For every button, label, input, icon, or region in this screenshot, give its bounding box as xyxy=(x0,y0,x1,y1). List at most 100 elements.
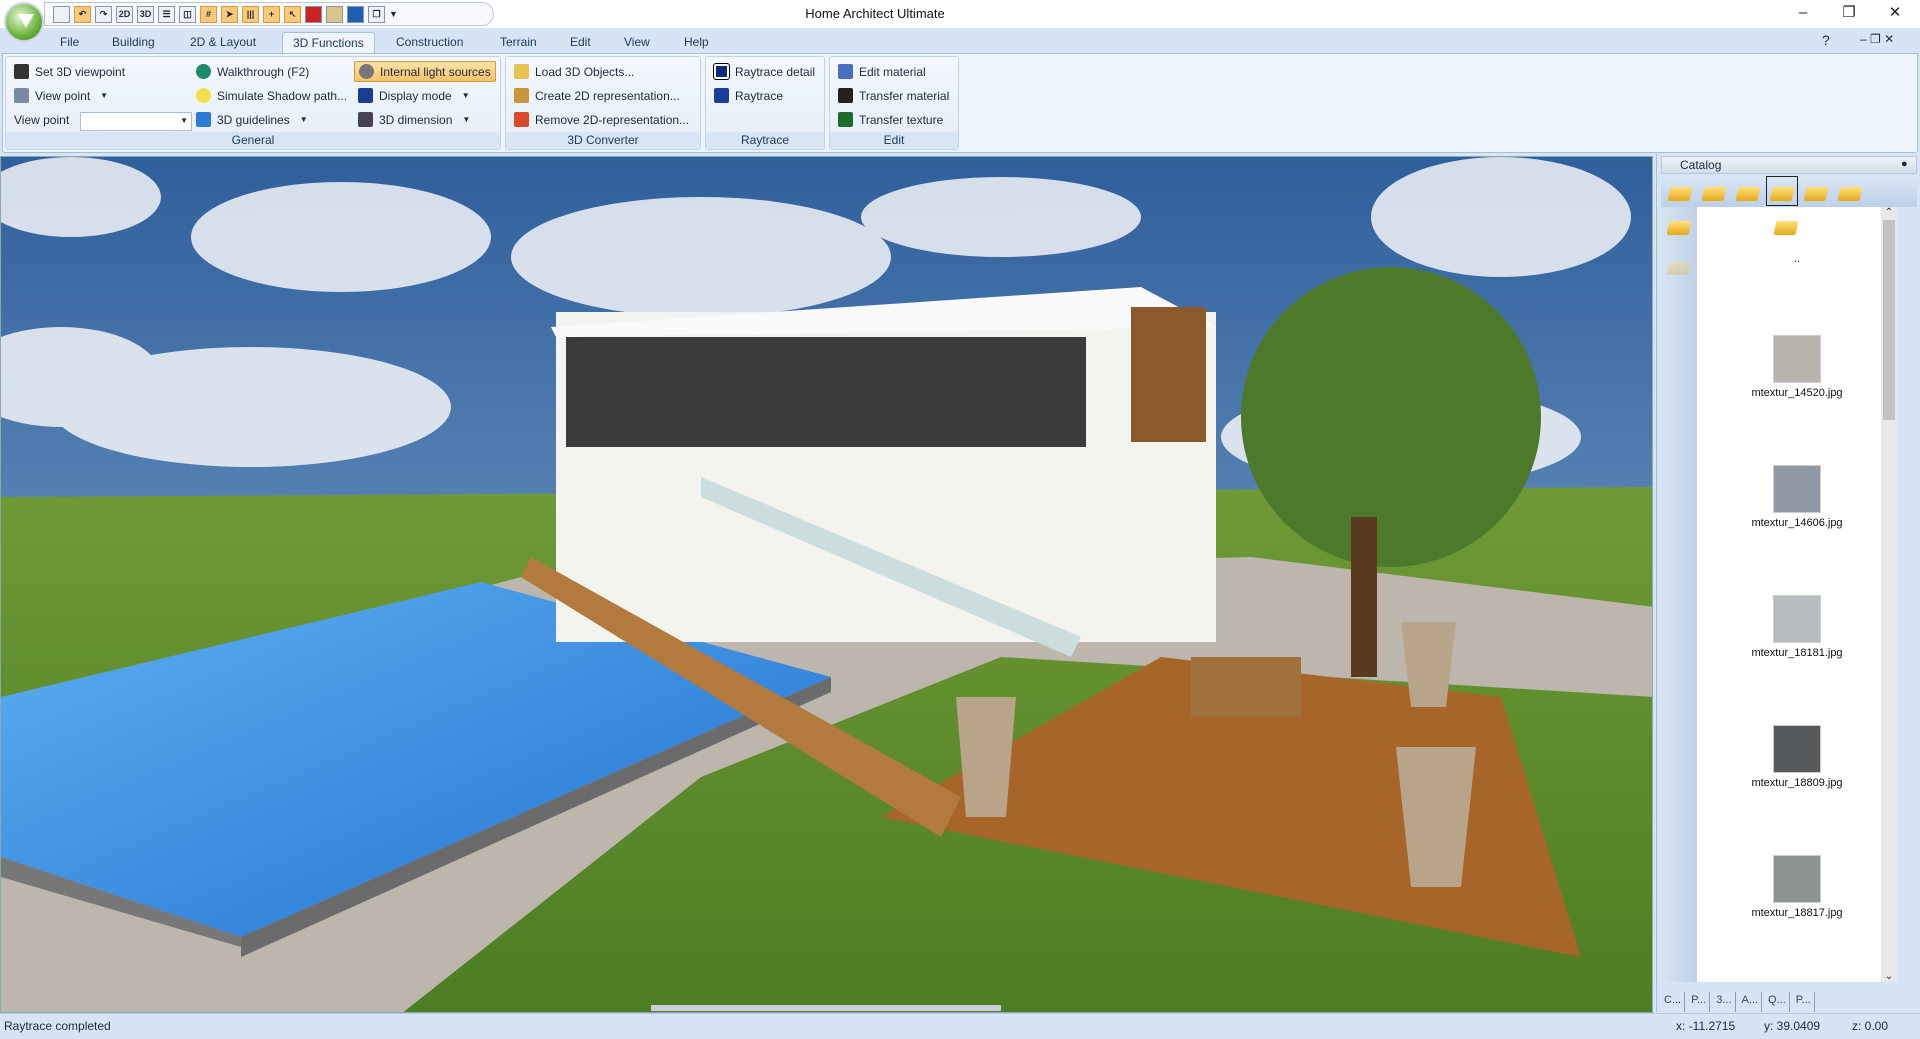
create-2d-icon xyxy=(514,88,529,103)
group-label: Raytrace xyxy=(706,132,824,149)
view-point-select[interactable]: ▼ xyxy=(80,112,192,131)
display-mode-button[interactable]: Display mode ▼ xyxy=(354,85,474,106)
catalog-tab-quantities[interactable]: Q... xyxy=(1765,992,1790,1012)
camera-icon xyxy=(14,64,29,79)
catalog-item[interactable]: mtextur_14520.jpg xyxy=(1697,335,1897,399)
tab-3d-functions[interactable]: 3D Functions xyxy=(282,32,375,54)
texture-thumbnail xyxy=(1773,595,1821,643)
group-raytrace: Raytrace detail Raytrace Raytrace xyxy=(705,56,825,150)
quick-access-toolbar: ↶ ↷ 2D 3D ☰ ◫ # ➤ ||| + ↖ ❐ ▼ xyxy=(44,2,494,26)
viewport-scrollbar[interactable] xyxy=(651,1005,1001,1011)
walkthrough-button[interactable]: Walkthrough (F2) xyxy=(192,61,313,82)
tab-help[interactable]: Help xyxy=(674,32,719,54)
scroll-up-icon[interactable]: ⌃ xyxy=(1881,207,1897,218)
folder-objects-icon[interactable] xyxy=(1735,179,1761,203)
customize-toolbar-icon[interactable]: ▼ xyxy=(389,9,398,19)
coord-y: y: 39.0409 xyxy=(1764,1019,1821,1033)
paint-icon[interactable] xyxy=(347,5,364,23)
scroll-thumb[interactable] xyxy=(1883,220,1895,420)
transfer-material-button[interactable]: Transfer material xyxy=(834,85,953,106)
guidelines-icon xyxy=(196,112,211,127)
3d-dimension-button[interactable]: 3D dimension ▼ xyxy=(354,109,474,130)
copy-icon[interactable]: ❐ xyxy=(368,5,385,23)
catalog-item[interactable]: mtextur_14606.jpg xyxy=(1697,465,1897,529)
pin-icon[interactable]: ● xyxy=(1901,158,1908,170)
set-3d-viewpoint-button[interactable]: Set 3D viewpoint xyxy=(10,61,129,82)
catalog-tabs: C... P... 3... A... Q... P... xyxy=(1661,992,1917,1012)
catalog-item[interactable]: mtextur_18817.jpg xyxy=(1697,855,1897,919)
raytrace-icon xyxy=(714,88,729,103)
clock-sun-icon xyxy=(196,88,211,103)
measure-icon[interactable]: + xyxy=(263,5,280,23)
walls-icon[interactable]: ||| xyxy=(242,5,259,23)
tab-terrain[interactable]: Terrain xyxy=(490,32,547,54)
create-2d-representation-button[interactable]: Create 2D representation... xyxy=(510,85,684,106)
catalog-tab-attributes[interactable]: A... xyxy=(1739,992,1763,1012)
group-label: Edit xyxy=(830,132,958,149)
catalog-item-up[interactable]: .. xyxy=(1697,213,1897,265)
split-vertical-icon[interactable]: ◫ xyxy=(179,5,196,23)
folder-people-icon[interactable] xyxy=(1837,179,1863,203)
transfer-material-icon xyxy=(838,88,853,103)
new-icon[interactable] xyxy=(53,5,70,23)
catalog-header: Catalog xyxy=(1661,156,1917,174)
redo-icon[interactable]: ↷ xyxy=(95,5,112,23)
catalog-panel: Catalog ● .. mtextur_14520.jpg mtextur_1… xyxy=(1656,154,1920,1012)
folder-textures-icon[interactable] xyxy=(1766,176,1798,206)
view-point-button[interactable]: View point ▼ xyxy=(10,85,112,106)
3d-guidelines-button[interactable]: 3D guidelines ▼ xyxy=(192,109,312,130)
folder-windows-icon[interactable] xyxy=(1701,179,1727,203)
tab-building[interactable]: Building xyxy=(102,32,165,54)
remove-2d-representation-button[interactable]: Remove 2D-representation... xyxy=(510,109,693,130)
folder-globe-icon[interactable] xyxy=(1803,179,1829,203)
texture-icon[interactable] xyxy=(326,5,343,23)
select-3d-icon[interactable]: ➤ xyxy=(221,5,238,23)
restore-button[interactable]: ❐ xyxy=(1826,0,1872,28)
help-icon[interactable]: ? xyxy=(1822,32,1830,48)
pointer-icon[interactable]: ↖ xyxy=(284,5,301,23)
catalog-tab-project[interactable]: P... xyxy=(1688,992,1711,1012)
catalog-category-bar xyxy=(1661,175,1917,207)
3d-viewport[interactable] xyxy=(0,156,1653,1013)
view-2d-icon[interactable]: 2D xyxy=(116,5,133,23)
coord-z: z: 0.00 xyxy=(1852,1019,1889,1033)
split-horizontal-icon[interactable]: ☰ xyxy=(158,5,175,23)
simulate-shadow-path-button[interactable]: Simulate Shadow path... xyxy=(192,85,351,106)
folder-icon xyxy=(514,64,529,79)
texture-thumbnail xyxy=(1773,465,1821,513)
raytrace-button[interactable]: Raytrace xyxy=(710,85,787,106)
load-3d-objects-button[interactable]: Load 3D Objects... xyxy=(510,61,638,82)
catalog-sidebar xyxy=(1661,207,1697,982)
edit-material-button[interactable]: Edit material xyxy=(834,61,930,82)
catalog-scrollbar[interactable]: ⌃ ⌄ xyxy=(1881,207,1897,982)
application-menu-button[interactable] xyxy=(4,2,44,42)
walkthrough-icon xyxy=(196,64,211,79)
internal-light-sources-button[interactable]: Internal light sources xyxy=(354,61,496,82)
scroll-down-icon[interactable]: ⌄ xyxy=(1881,971,1897,982)
tab-view[interactable]: View xyxy=(614,32,660,54)
grid-icon[interactable]: # xyxy=(200,5,217,23)
close-button[interactable]: ✕ xyxy=(1872,0,1918,28)
undo-icon[interactable]: ↶ xyxy=(74,5,91,23)
tab-2d-layout[interactable]: 2D & Layout xyxy=(180,32,266,54)
viewpoint-icon xyxy=(14,88,29,103)
catalog-tab-3d[interactable]: 3... xyxy=(1713,992,1736,1012)
ribbon-minimize-icon[interactable]: – ❐ ✕ xyxy=(1860,32,1894,46)
catalog-item[interactable]: mtextur_18181.jpg xyxy=(1697,595,1897,659)
folder-up-icon[interactable] xyxy=(1667,179,1693,203)
tab-edit[interactable]: Edit xyxy=(560,32,601,54)
tab-construction[interactable]: Construction xyxy=(386,32,473,54)
minimize-button[interactable]: – xyxy=(1780,0,1826,28)
group-label: General xyxy=(6,132,500,149)
catalog-tab-catalog[interactable]: C... xyxy=(1661,992,1686,1012)
transfer-texture-button[interactable]: Transfer texture xyxy=(834,109,947,130)
flag-icon[interactable] xyxy=(305,5,322,23)
view-3d-icon[interactable]: 3D xyxy=(137,5,154,23)
coord-x: x: -11.2715 xyxy=(1676,1019,1736,1033)
remove-2d-icon xyxy=(514,112,529,127)
texture-thumbnail xyxy=(1773,855,1821,903)
catalog-tab-properties[interactable]: P... xyxy=(1793,992,1815,1012)
tab-file[interactable]: File xyxy=(50,32,89,54)
catalog-item[interactable]: mtextur_18809.jpg xyxy=(1697,725,1897,789)
raytrace-detail-button[interactable]: Raytrace detail xyxy=(710,61,819,82)
